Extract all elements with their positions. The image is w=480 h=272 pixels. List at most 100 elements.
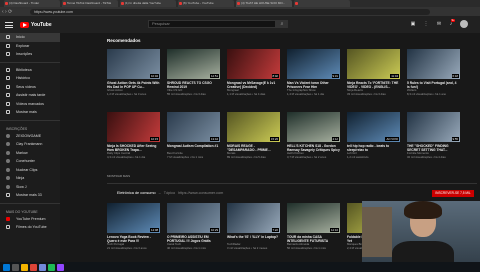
video-meta: 1,4 M visualizações • há 1 dia (287, 91, 324, 96)
more-from-youtube-header: MAIS DO YOUTUBE (6, 209, 38, 214)
sidebar: Início Explorar Inscrições Biblioteca Hi… (0, 33, 60, 272)
sidebar-item-liked[interactable]: Vídeos marcados (0, 100, 60, 109)
video-duration: AO VIVO (385, 137, 399, 141)
video-thumbnail[interactable]: 10:29 (167, 203, 220, 233)
channel-avatar (6, 133, 10, 138)
video-thumbnail[interactable]: 9:55 (407, 112, 460, 142)
video-card[interactable]: 9:31 Man Vs Violent town Other Prisoners … (287, 49, 340, 96)
video-thumbnail[interactable]: 7:22 (227, 203, 280, 233)
video-thumbnail[interactable]: 10:15 (107, 112, 160, 142)
video-meta: 1,1 M visualizações • há 4 dias (227, 91, 266, 96)
video-card[interactable]: 6:18 5 Rules to Visit Portugal (and, 4 is… (407, 49, 460, 96)
sidebar-item-subscriptions[interactable]: Inscrições (0, 50, 60, 59)
start-icon[interactable] (3, 263, 10, 271)
show-more-button[interactable]: MOSTRAR MAIS (107, 174, 130, 178)
browser-tab-strip: (4) Dashboard - Tinder Tornei TikTok Das… (0, 0, 480, 7)
obs-icon[interactable] (57, 263, 64, 271)
video-card[interactable]: 11:04 Ninja Reacts To 'FORTNITE: THE VIDE… (347, 49, 400, 96)
video-card[interactable]: 13:42 Mongraal Autism Compilation #1 Best … (167, 112, 220, 159)
explorer-icon[interactable] (21, 263, 28, 271)
create-video-icon[interactable]: ▣ (410, 21, 416, 27)
video-card[interactable]: 12:51 SHROUD REACTS TO CSGO Rewind 2019 Vi… (167, 49, 220, 96)
subscriptions-header: INSCRIÇÕES (6, 126, 28, 131)
video-thumbnail[interactable]: 6:18 (407, 49, 460, 79)
topic-separator: – (158, 191, 161, 195)
messages-icon[interactable]: ✉ (436, 21, 442, 27)
sidebar-subscription[interactable]: Conehunter (0, 157, 60, 166)
video-card[interactable]: 10:29 O PRIMEIRO ASSISTIU EM PORTUGAL !!!… (167, 203, 220, 250)
youtube-logo[interactable]: YouTube (20, 21, 52, 28)
video-card[interactable]: 7:22 What's the 'IS' / 'ILLY' in Laptop? T… (227, 203, 280, 250)
chrome-icon[interactable] (30, 263, 37, 271)
sidebar-subscription[interactable]: Marlow (0, 149, 60, 158)
sidebar-item-library[interactable]: Biblioteca (0, 66, 60, 75)
divider (0, 119, 60, 121)
video-thumbnail[interactable]: AO VIVO (347, 112, 400, 142)
browser-tab[interactable]: Tornei TikTok Dashboard - TikTok (62, 0, 118, 7)
spotify-icon[interactable] (48, 263, 55, 271)
tab-favicon-icon (237, 2, 240, 5)
video-card[interactable]: 10:02 Ghost Action Gets 4k Points With Hi… (107, 49, 160, 96)
video-card[interactable]: 8:02 Mongraal vs MrSavage(E k 1v1 Creativ… (227, 49, 280, 96)
streamer-hair (404, 201, 442, 219)
video-card[interactable]: 10:15 Ninja Is SHOCKED After Seeing How B… (107, 112, 160, 159)
video-thumbnail[interactable]: 14:08 (107, 203, 160, 233)
liked-icon (6, 101, 10, 106)
subscribe-button[interactable]: INSCREVER-SE 7,5 MIL (432, 190, 474, 197)
browser-tab[interactable] (294, 0, 350, 7)
sidebar-subscription[interactable]: Ninja (0, 174, 60, 183)
tab-favicon-icon (63, 2, 66, 5)
video-thumbnail[interactable]: 11:04 (347, 49, 400, 79)
topic-title[interactable]: Eletrônica de consumo (117, 191, 156, 195)
sidebar-subscription[interactable]: Nuclear Clips (0, 166, 60, 175)
sidebar-subscription[interactable]: Slow J (0, 183, 60, 192)
browser-tab-active[interactable]: (4) THAT HE HOUSE SOO MO... (236, 0, 292, 7)
video-card[interactable]: 4:12 HELL'S KITCHEN S18 - Gordon Ramsay S… (287, 112, 340, 159)
sidebar-item-watch-later[interactable]: Assistir mais tarde (0, 91, 60, 100)
sidebar-item-history[interactable]: Histórico (0, 74, 60, 83)
sidebar-item-explore[interactable]: Explorar (0, 42, 60, 51)
video-thumbnail[interactable]: 9:31 (287, 49, 340, 79)
search-input[interactable]: Pesquisar (148, 20, 276, 28)
video-thumbnail[interactable]: 15:20 (227, 112, 280, 142)
video-card[interactable]: 14:08 Lenovo Yoga Book Review - Quero é e… (107, 203, 160, 250)
search-icon[interactable] (12, 263, 19, 271)
video-duration: 6:18 (451, 74, 459, 78)
video-thumbnail[interactable]: 12:10 (287, 203, 340, 233)
video-meta: 56 mil visualizações • há 1 mês (287, 245, 326, 250)
video-meta: 32 mil visualizações • há 4 dias (407, 154, 446, 159)
chevron-down-icon (6, 110, 10, 115)
search-icon[interactable]: ⌕ (276, 20, 288, 28)
sidebar-item-home[interactable]: Início (0, 33, 60, 42)
back-forward-icon[interactable]: ‹ › ⟳ (0, 9, 30, 15)
browser-tab[interactable]: (4) Dashboard - Tinder (4, 0, 60, 7)
browser-tab[interactable]: (6) YouTube - YouTube (178, 0, 234, 7)
video-card[interactable]: 9:55 THE "SHOCKED" FINDING SECRET SETTING… (407, 112, 460, 159)
video-thumbnail[interactable]: 8:02 (227, 49, 280, 79)
menu-icon[interactable] (5, 21, 13, 28)
sidebar-item-movies[interactable]: Filmes do YouTube (0, 223, 60, 232)
video-meta: 21 mil visualizações • há 3 anos (107, 245, 147, 250)
video-card[interactable]: 12:10 TOUR da minha CASA INTELIGENTE FUTU… (287, 203, 340, 250)
sidebar-subscription[interactable]: ZEIGOWGAME (0, 132, 60, 141)
sidebar-subscriptions-show-more[interactable]: Mostrar mais 33 (0, 191, 60, 200)
sidebar-subscription[interactable]: Clay Frankmann (0, 140, 60, 149)
video-card[interactable]: 15:20 MORAIS REAGE - "DESAMPARADO - PRIME… (227, 112, 280, 159)
video-meta: 8,3 mil visualizações • há 1 ano (407, 91, 447, 96)
video-duration: 9:55 (451, 137, 459, 141)
apps-icon[interactable]: ⋮ (423, 21, 429, 27)
channel-avatar (6, 167, 10, 172)
avatar[interactable] (460, 20, 468, 28)
video-thumbnail[interactable]: 12:51 (167, 49, 220, 79)
url-input[interactable]: https://www.youtube.com (30, 8, 430, 15)
sidebar-item-premium[interactable]: YouTube Premium (0, 215, 60, 224)
discord-icon[interactable] (39, 263, 46, 271)
sidebar-item-your-videos[interactable]: Seus vídeos (0, 83, 60, 92)
video-thumbnail[interactable]: 10:02 (107, 49, 160, 79)
browser-tab[interactable]: (1) In diretta dalla YouTube (120, 0, 176, 7)
channel-avatar (6, 184, 10, 189)
video-thumbnail[interactable]: 4:12 (287, 112, 340, 142)
video-card[interactable]: AO VIVO tell hip hop radio - beats to sle… (347, 112, 400, 159)
video-thumbnail[interactable]: 13:42 (167, 112, 220, 142)
sidebar-show-more[interactable]: Mostrar mais (0, 108, 60, 117)
